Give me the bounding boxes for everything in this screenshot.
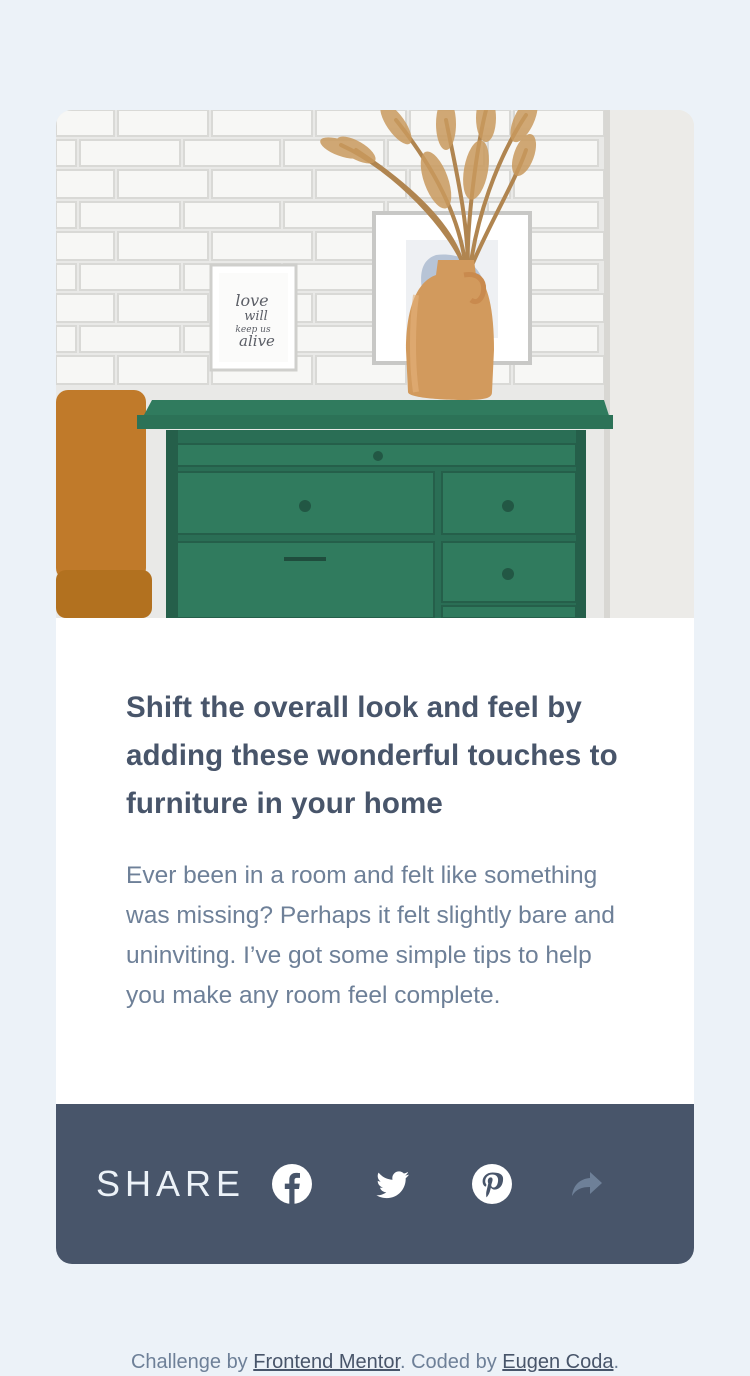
frame-word-2: will bbox=[244, 309, 268, 324]
article-card: love will keep us alive Shift the overal… bbox=[56, 110, 694, 1264]
author-link[interactable]: Eugen Coda bbox=[502, 1351, 613, 1373]
share-label: SHARE bbox=[96, 1163, 246, 1204]
frame-word-4: alive bbox=[239, 332, 275, 350]
attribution: Challenge by Frontend Mentor. Coded by E… bbox=[0, 1347, 750, 1376]
article-headline: Shift the overall look and feel by addin… bbox=[126, 691, 618, 820]
article-excerpt: Ever been in a room and felt like someth… bbox=[126, 862, 615, 1009]
twitter-icon[interactable] bbox=[372, 1164, 412, 1204]
article-image: love will keep us alive bbox=[56, 110, 694, 618]
pinterest-icon[interactable] bbox=[472, 1164, 512, 1204]
frame-word-1: love bbox=[235, 291, 268, 310]
attribution-middle: . Coded by bbox=[400, 1351, 503, 1373]
attribution-suffix: . bbox=[613, 1351, 620, 1373]
facebook-icon[interactable] bbox=[272, 1164, 312, 1204]
article-content: Shift the overall look and feel by addin… bbox=[56, 618, 694, 1016]
share-bar: SHARE bbox=[56, 1104, 694, 1264]
share-arrow-icon[interactable] bbox=[571, 1171, 603, 1197]
page: love will keep us alive Shift the overal… bbox=[0, 0, 750, 1376]
attribution-prefix: Challenge by bbox=[130, 1351, 254, 1373]
frontend-mentor-link[interactable]: Frontend Mentor bbox=[253, 1351, 400, 1373]
